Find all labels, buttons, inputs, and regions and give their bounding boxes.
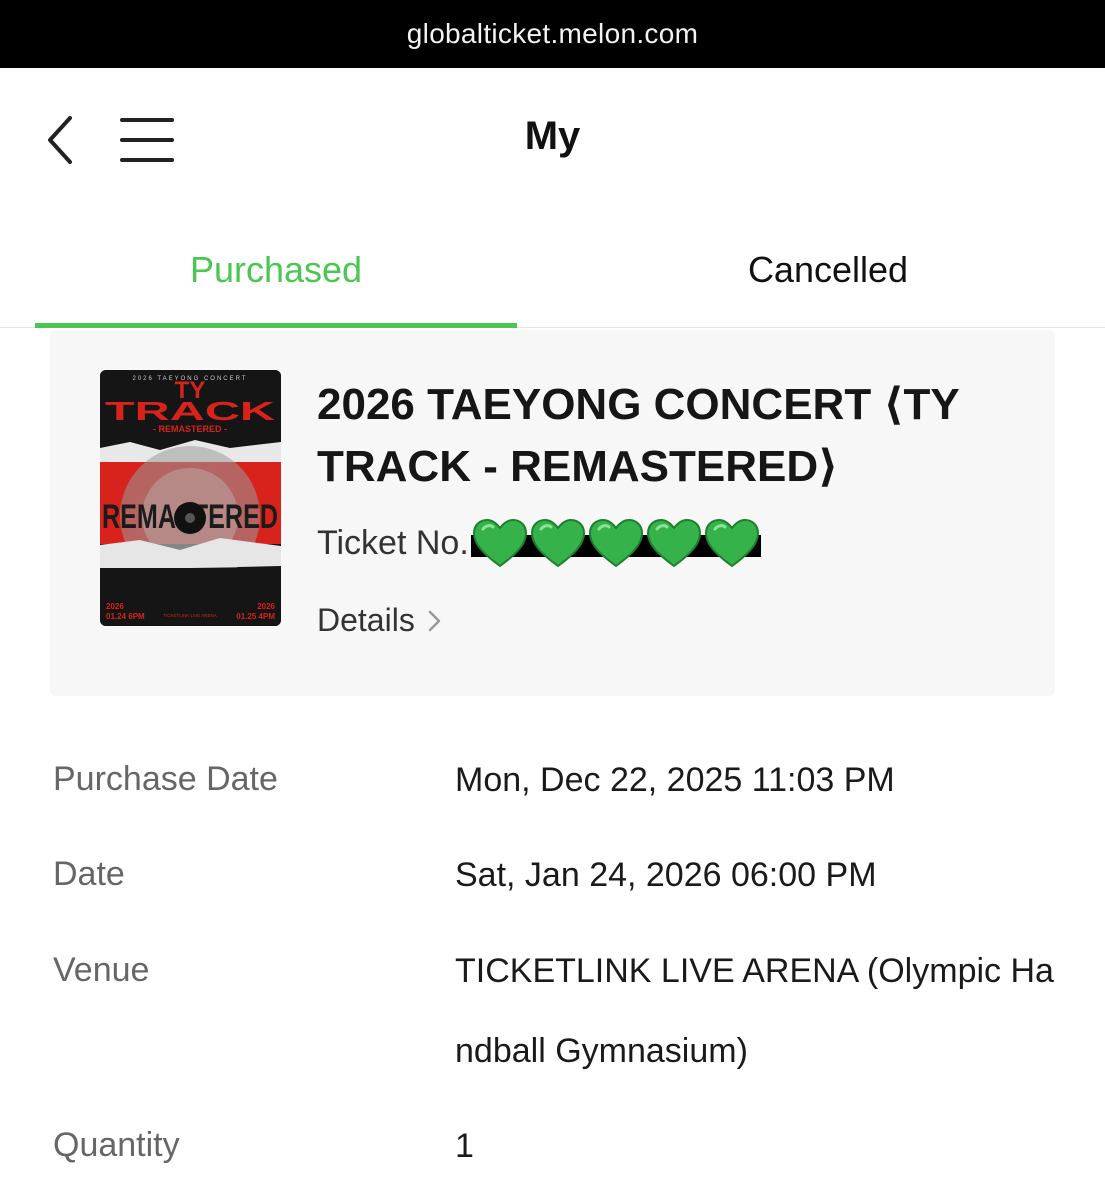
details-label: Details — [317, 602, 415, 638]
purchase-date-label: Purchase Date — [53, 760, 278, 798]
url-text: globalticket.melon.com — [406, 18, 699, 49]
green-heart-icon — [704, 518, 759, 568]
page-title: My — [524, 114, 581, 158]
quantity-value: 1 — [455, 1127, 474, 1165]
venue-value-line-1: TICKETLINK LIVE ARENA (Olympic Ha — [455, 952, 1054, 990]
chevron-right-icon — [428, 610, 441, 631]
svg-text:01.24 6PM: 01.24 6PM — [106, 612, 145, 621]
event-date-value: Sat, Jan 24, 2026 06:00 PM — [455, 856, 877, 894]
venue-label: Venue — [53, 951, 150, 989]
ticket-number-label: Ticket No. — [317, 523, 469, 562]
purchase-date-value: Mon, Dec 22, 2025 11:03 PM — [455, 761, 895, 799]
green-heart-icon — [530, 518, 585, 568]
tab-cancelled[interactable]: Cancelled — [587, 213, 1069, 327]
event-date-label: Date — [53, 855, 125, 893]
green-heart-icon — [588, 518, 643, 568]
svg-text:2026: 2026 — [257, 602, 275, 611]
svg-text:TICKETLINK LIVE ARENA: TICKETLINK LIVE ARENA — [163, 613, 217, 618]
svg-text:- REMASTERED -: - REMASTERED - — [153, 424, 227, 434]
details-link[interactable]: Details — [317, 602, 443, 639]
tab-purchased[interactable]: Purchased — [35, 213, 517, 327]
active-tab-indicator — [35, 323, 517, 328]
green-heart-icon — [472, 518, 527, 568]
quantity-label: Quantity — [53, 1126, 180, 1164]
browser-url-bar[interactable]: globalticket.melon.com — [0, 0, 1105, 68]
ticket-number-row: Ticket No. — [317, 518, 761, 568]
green-heart-icon — [646, 518, 701, 568]
tab-bar: Purchased Cancelled — [0, 213, 1105, 328]
app-header: My — [0, 68, 1105, 213]
svg-text:01.25 4PM: 01.25 4PM — [236, 612, 275, 621]
concert-poster-image: 2026 TAEYONG CONCERT TY TRACK - REMASTER… — [100, 370, 281, 626]
ticket-number-masked — [470, 517, 761, 569]
venue-value: TICKETLINK LIVE ARENA (Olympic Ha ndball… — [455, 931, 1055, 1091]
svg-text:2026: 2026 — [106, 602, 124, 611]
venue-value-line-2: ndball Gymnasium) — [455, 1032, 748, 1070]
concert-title[interactable]: 2026 TAEYONG CONCERT ⟨TY TRACK - REMASTE… — [317, 374, 1017, 498]
ticket-card[interactable]: 2026 TAEYONG CONCERT TY TRACK - REMASTER… — [50, 330, 1055, 696]
svg-text:TRACK: TRACK — [105, 396, 275, 426]
